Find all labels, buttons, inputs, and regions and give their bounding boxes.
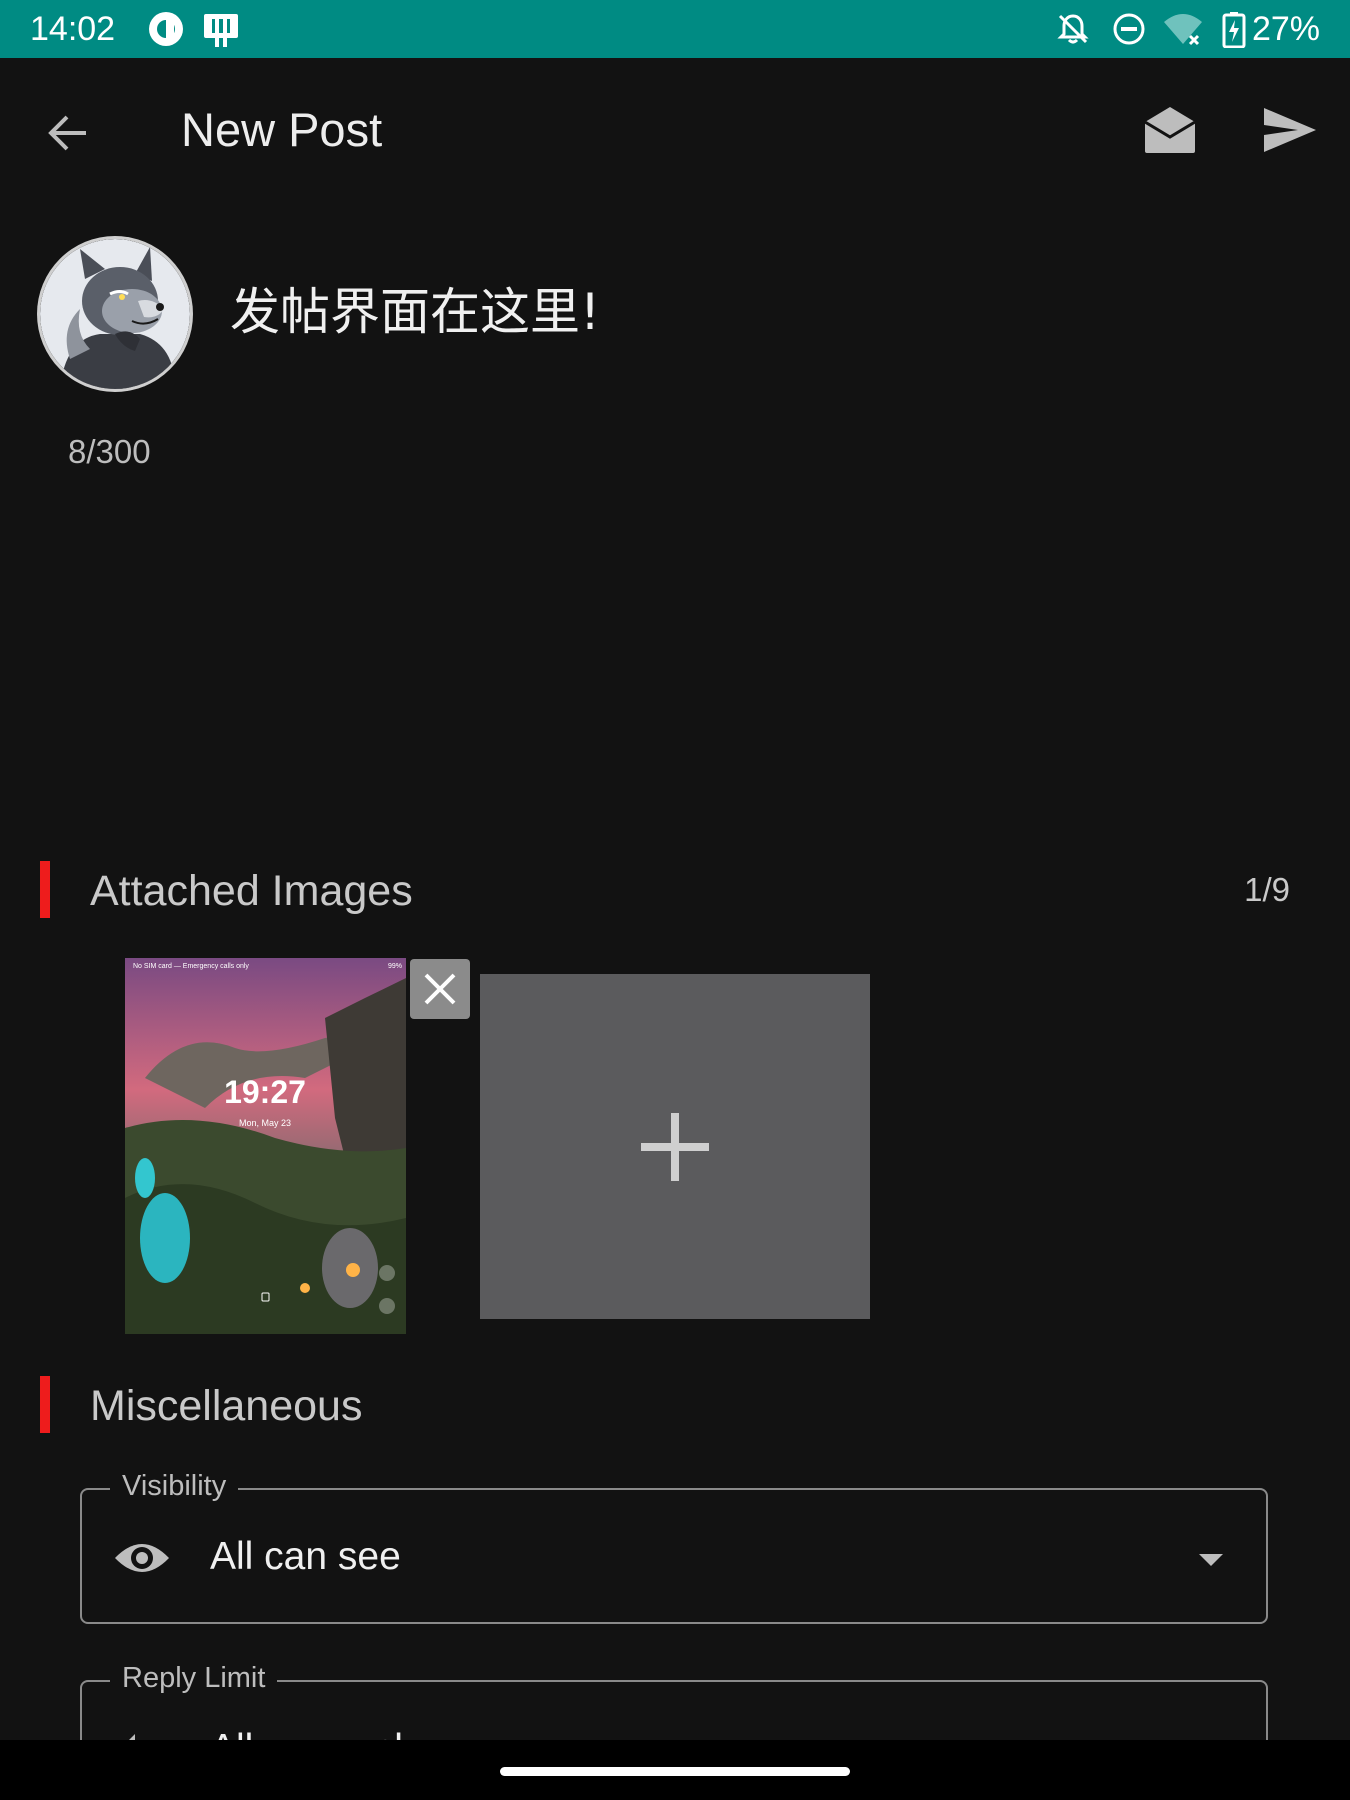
wolf-avatar xyxy=(40,239,190,389)
thumbnail-image: No SIM card — Emergency calls only 99% 1… xyxy=(125,958,406,1334)
close-icon xyxy=(424,973,456,1005)
attached-image-thumbnail[interactable]: No SIM card — Emergency calls only 99% 1… xyxy=(125,958,406,1334)
battery-charging-icon xyxy=(1222,12,1246,53)
plus-icon xyxy=(641,1112,709,1181)
section-accent-bar xyxy=(40,861,50,918)
dropdown-arrow-icon xyxy=(1191,1540,1231,1580)
thumbnail-time: 19:27 xyxy=(224,1074,306,1110)
pocket-casts-icon xyxy=(147,10,185,53)
post-text-input[interactable]: 发帖界面在这里! xyxy=(230,280,1300,344)
remove-image-button[interactable] xyxy=(410,959,470,1019)
attached-images-count: 1/9 xyxy=(1244,871,1290,908)
new-post-screen: 14:02 27% New Post 发帖界面在这里! 8/300 Attach… xyxy=(0,0,1350,1800)
drafts-button[interactable] xyxy=(1140,100,1200,160)
add-image-button[interactable] xyxy=(480,974,870,1319)
visibility-value: All can see xyxy=(210,1535,401,1578)
wifi-no-internet-icon xyxy=(1162,12,1204,51)
send-icon xyxy=(1264,108,1316,152)
drafts-icon xyxy=(1144,107,1196,153)
send-button[interactable] xyxy=(1260,100,1320,160)
app-bar: New Post xyxy=(0,58,1350,203)
visibility-dropdown[interactable]: Visibility All can see xyxy=(80,1466,1268,1624)
arrow-back-icon xyxy=(48,115,86,151)
eye-icon xyxy=(112,1528,172,1588)
miscellaneous-header: Miscellaneous xyxy=(0,1375,1350,1435)
thumbnail-status-text: No SIM card — Emergency calls only xyxy=(133,963,249,970)
notifications-off-icon xyxy=(1056,12,1090,51)
section-accent-bar xyxy=(40,1376,50,1433)
reply-limit-label: Reply Limit xyxy=(110,1658,278,1698)
tablet-mode-icon xyxy=(201,10,241,53)
miscellaneous-title: Miscellaneous xyxy=(90,1382,363,1430)
back-button[interactable] xyxy=(38,103,98,163)
status-time: 14:02 xyxy=(30,10,116,48)
attached-images-header: Attached Images 1/9 xyxy=(0,860,1350,920)
do-not-disturb-icon xyxy=(1112,12,1146,51)
visibility-label: Visibility xyxy=(110,1466,239,1506)
status-bar: 14:02 27% xyxy=(0,0,1350,58)
thumbnail-date: Mon, May 23 xyxy=(239,1118,291,1128)
thumbnail-battery: 99% xyxy=(388,963,402,970)
home-gesture-handle[interactable] xyxy=(500,1767,850,1776)
navigation-bar xyxy=(0,1740,1350,1800)
character-counter: 8/300 xyxy=(68,433,151,470)
avatar xyxy=(40,239,190,389)
page-title: New Post xyxy=(181,103,383,156)
attached-images-title: Attached Images xyxy=(90,867,413,915)
battery-percentage: 27% xyxy=(1251,10,1320,48)
